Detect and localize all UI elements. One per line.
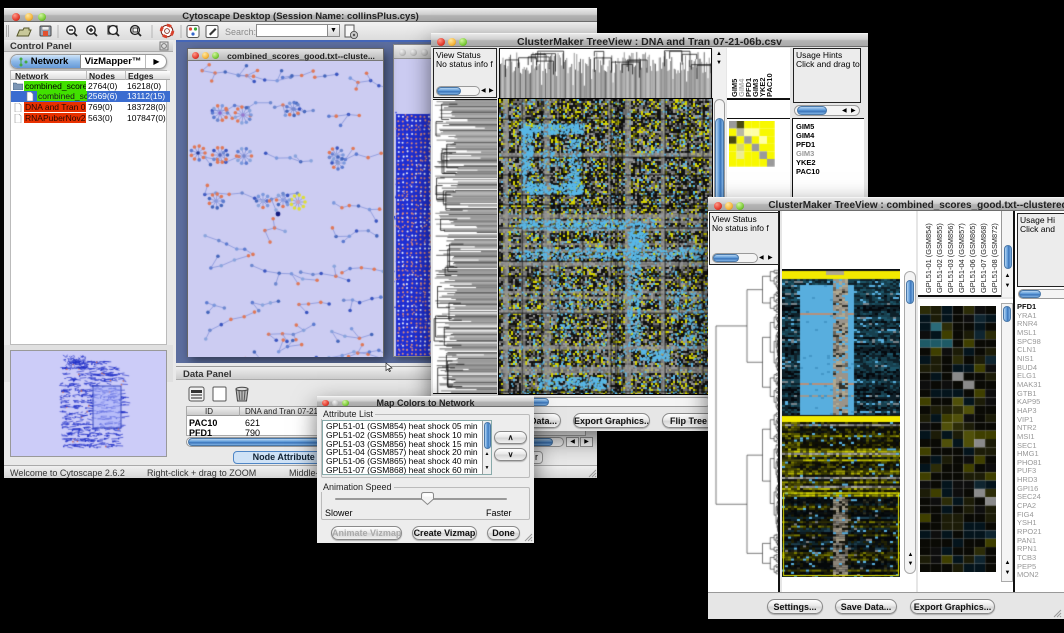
svg-text:GPL51-07 (GSM868): GPL51-07 (GSM868) — [979, 223, 988, 293]
svg-text:GPL51-04 (GSM857): GPL51-04 (GSM857) — [957, 223, 966, 293]
svg-text:GPL51-08 (GSM872): GPL51-08 (GSM872) — [990, 223, 999, 293]
svg-text:GPL51-03 (GSM856): GPL51-03 (GSM856) — [946, 223, 955, 293]
svg-text:PAC10: PAC10 — [765, 73, 774, 97]
svg-text:GPL51-06 (GSM865): GPL51-06 (GSM865) — [968, 223, 977, 293]
svg-text:GPL51-02 (GSM855): GPL51-02 (GSM855) — [935, 223, 944, 293]
svg-text:GPL51-01 (GSM854): GPL51-01 (GSM854) — [924, 223, 933, 293]
